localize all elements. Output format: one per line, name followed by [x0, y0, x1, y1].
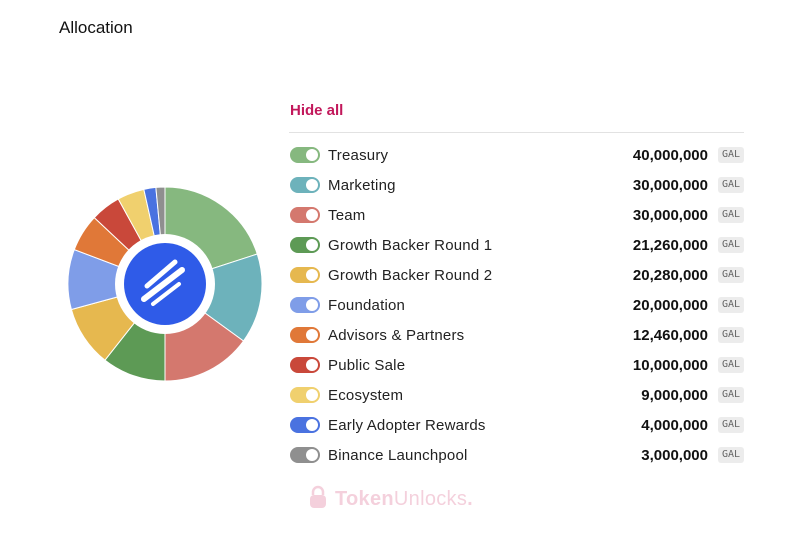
- legend-toggle[interactable]: [290, 357, 320, 373]
- unit-badge: GAL: [717, 267, 744, 283]
- legend-toggle[interactable]: [290, 327, 320, 343]
- legend-row: Treasury 40,000,000 GAL: [290, 140, 744, 170]
- legend-value: 9,000,000: [641, 386, 708, 404]
- legend-label: Treasury: [328, 146, 389, 164]
- legend-label: Advisors & Partners: [328, 326, 465, 344]
- legend-toggle[interactable]: [290, 267, 320, 283]
- legend-value: 3,000,000: [641, 446, 708, 464]
- toggle-knob: [306, 389, 318, 401]
- toggle-knob: [306, 179, 318, 191]
- toggle-knob: [306, 419, 318, 431]
- unit-badge: GAL: [717, 447, 744, 463]
- unit-badge: GAL: [717, 327, 744, 343]
- toggle-knob: [306, 299, 318, 311]
- legend-value: 4,000,000: [641, 416, 708, 434]
- watermark-brand: TokenUnlocks.: [335, 487, 474, 510]
- legend-row: Marketing 30,000,000 GAL: [290, 170, 744, 200]
- legend-value: 12,460,000: [632, 326, 708, 344]
- unit-badge: GAL: [717, 297, 744, 313]
- page-title: Allocation: [59, 18, 133, 37]
- toggle-knob: [306, 449, 318, 461]
- legend-row: Advisors & Partners 12,460,000 GAL: [290, 320, 744, 350]
- legend-row: Growth Backer Round 1 21,260,000 GAL: [290, 230, 744, 260]
- allocation-donut-chart: [67, 186, 263, 382]
- legend-toggle[interactable]: [290, 417, 320, 433]
- legend-label: Public Sale: [328, 356, 406, 374]
- toggle-knob: [306, 359, 318, 371]
- legend-toggle[interactable]: [290, 297, 320, 313]
- unit-badge: GAL: [717, 387, 744, 403]
- legend-value: 20,280,000: [632, 266, 708, 284]
- watermark: TokenUnlocks.: [309, 484, 473, 514]
- legend-label: Binance Launchpool: [328, 446, 468, 464]
- legend-toggle[interactable]: [290, 387, 320, 403]
- legend-row: Growth Backer Round 2 20,280,000 GAL: [290, 260, 744, 290]
- legend-row: Early Adopter Rewards 4,000,000 GAL: [290, 410, 744, 440]
- allocation-legend: Treasury 40,000,000 GAL Marketing 30,000,000…: [290, 140, 744, 470]
- unit-badge: GAL: [717, 207, 744, 223]
- legend-toggle[interactable]: [290, 447, 320, 463]
- legend-label: Marketing: [328, 176, 396, 194]
- legend-value: 10,000,000: [632, 356, 708, 374]
- legend-row: Binance Launchpool 3,000,000 GAL: [290, 440, 744, 470]
- legend-label: Growth Backer Round 1: [328, 236, 493, 254]
- legend-value: 21,260,000: [632, 236, 708, 254]
- toggle-knob: [306, 209, 318, 221]
- legend-value: 30,000,000: [632, 176, 708, 194]
- legend-row: Public Sale 10,000,000 GAL: [290, 350, 744, 380]
- unit-badge: GAL: [717, 357, 744, 373]
- legend-value: 30,000,000: [632, 206, 708, 224]
- toggle-knob: [306, 239, 318, 251]
- hide-all-button[interactable]: Hide all: [290, 102, 343, 119]
- legend-label: Team: [328, 206, 366, 224]
- legend-row: Foundation 20,000,000 GAL: [290, 290, 744, 320]
- legend-toggle[interactable]: [290, 207, 320, 223]
- legend-value: 40,000,000: [632, 146, 708, 164]
- unit-badge: GAL: [717, 237, 744, 253]
- lock-icon: [309, 485, 327, 514]
- unit-badge: GAL: [717, 417, 744, 433]
- legend-value: 20,000,000: [632, 296, 708, 314]
- toggle-knob: [306, 329, 318, 341]
- donut-svg: [67, 186, 263, 382]
- divider: [289, 132, 744, 133]
- legend-toggle[interactable]: [290, 237, 320, 253]
- toggle-knob: [306, 269, 318, 281]
- toggle-knob: [306, 149, 318, 161]
- unit-badge: GAL: [717, 177, 744, 193]
- legend-toggle[interactable]: [290, 177, 320, 193]
- legend-toggle[interactable]: [290, 147, 320, 163]
- legend-label: Ecosystem: [328, 386, 404, 404]
- legend-row: Team 30,000,000 GAL: [290, 200, 744, 230]
- legend-label: Foundation: [328, 296, 406, 314]
- legend-label: Growth Backer Round 2: [328, 266, 493, 284]
- unit-badge: GAL: [717, 147, 744, 163]
- legend-label: Early Adopter Rewards: [328, 416, 486, 434]
- legend-row: Ecosystem 9,000,000 GAL: [290, 380, 744, 410]
